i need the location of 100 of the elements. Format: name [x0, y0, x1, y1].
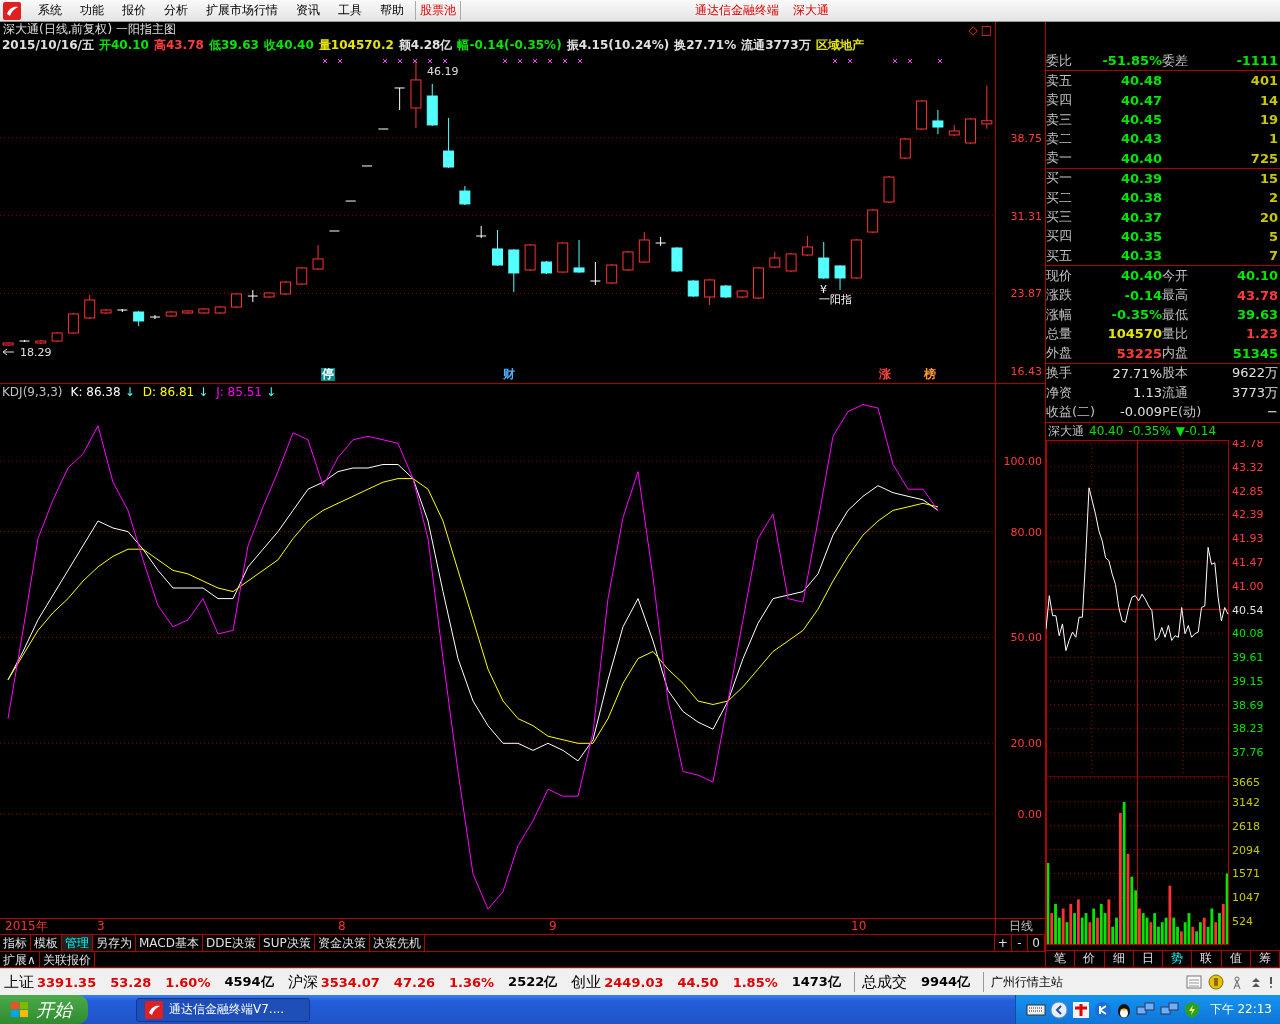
circle-icon[interactable]: [1093, 1000, 1112, 1019]
panel-tab[interactable]: 筹: [1250, 950, 1280, 967]
menu-item[interactable]: 分析: [155, 2, 197, 19]
menu-item[interactable]: 工具: [329, 2, 371, 19]
panel-tab[interactable]: 值: [1221, 950, 1251, 967]
zoom-button[interactable]: +: [995, 935, 1012, 951]
quote-info: 幅-0.14(-0.35%): [457, 36, 562, 54]
chart-window-button[interactable]: □: [980, 22, 992, 37]
candlestick: [769, 251, 781, 269]
panel-tab[interactable]: 势: [1163, 950, 1193, 967]
menu-item[interactable]: 功能: [71, 2, 113, 19]
panel-tab[interactable]: 联: [1192, 950, 1222, 967]
axis-tick-label: 20.00: [1010, 737, 1042, 751]
candlestick: [638, 231, 650, 264]
candlestick: [296, 266, 308, 286]
panel-tab[interactable]: 日: [1133, 950, 1163, 967]
menu-item[interactable]: 系统: [29, 2, 71, 19]
chart-window-button[interactable]: ◇: [968, 22, 978, 37]
panel-tab[interactable]: 扩展∧: [0, 952, 40, 967]
indicator-tab[interactable]: 另存为: [93, 935, 136, 951]
axis-tick-label: 38.75: [1010, 132, 1042, 145]
zoom-button[interactable]: 0: [1028, 935, 1045, 951]
indicator-tab[interactable]: 决策先机: [369, 935, 425, 951]
candlestick: [834, 264, 846, 291]
quote-value: 3773万: [1230, 383, 1278, 402]
candlestick: [753, 266, 764, 300]
axis-tick-label: 41.93: [1232, 531, 1264, 545]
order-price: 40.37: [1119, 209, 1162, 225]
axis-tick-label: 39.15: [1232, 674, 1264, 688]
event-marker[interactable]: 停: [321, 368, 335, 381]
candlestick: [35, 339, 47, 345]
index-turnover: 2522亿: [508, 973, 558, 991]
candlestick: [328, 230, 340, 232]
indicator-tab[interactable]: 资金决策: [314, 935, 370, 951]
axis-tick-label: 40.08: [1232, 626, 1264, 640]
quote-value: 27.71%: [1111, 365, 1162, 381]
menu-item[interactable]: 扩展市场行情: [197, 2, 287, 19]
candlestick: [965, 117, 977, 145]
menu-item[interactable]: 帮助: [371, 2, 413, 19]
zoom-button[interactable]: -: [1011, 935, 1029, 951]
quote-value: 39.63: [1235, 307, 1278, 322]
indicator-tab[interactable]: 指标: [0, 935, 31, 951]
indicator-tab[interactable]: 管理: [62, 935, 93, 951]
quote-info: 换27.71%: [674, 36, 737, 54]
candlestick: [345, 200, 357, 202]
axis-tick-label: 42.85: [1232, 484, 1264, 498]
coin-icon[interactable]: [1208, 974, 1224, 990]
shield-icon[interactable]: [1183, 1000, 1200, 1019]
candlestick: [589, 261, 601, 286]
candlestick: [116, 308, 128, 313]
quote-label: PE(动): [1162, 403, 1202, 421]
taskbar-app-button[interactable]: 通达信金融终端V7....: [136, 997, 310, 1022]
event-marker[interactable]: 财: [502, 368, 516, 381]
quote-info: 收40.40: [263, 36, 314, 54]
period-label: 日线: [1007, 919, 1034, 934]
quote-value: 1.23: [1244, 326, 1278, 342]
panel-tab[interactable]: 价: [1075, 950, 1105, 967]
candlestick: [785, 252, 797, 273]
panel-tab[interactable]: 关联报价: [39, 952, 95, 967]
axis-tick-label: 1047: [1232, 890, 1260, 904]
quote-info: 开40.10: [98, 36, 149, 54]
windows-flag-icon: [10, 1000, 30, 1019]
index-value: 3534.07: [320, 974, 380, 990]
intraday-change: ▼-0.14: [1175, 424, 1217, 439]
candlestick: [508, 248, 520, 293]
quote-label: 涨跌: [1046, 286, 1073, 305]
event-marker[interactable]: 榜: [923, 368, 937, 381]
low-price-label: 18.29: [20, 346, 52, 359]
indicator-tab[interactable]: SUP决策: [260, 935, 315, 951]
date-label: 10: [851, 919, 867, 934]
quote-value: -0.14: [1123, 287, 1162, 303]
menu-item[interactable]: 资讯: [287, 2, 329, 19]
double-up-arrow-icon[interactable]: [1250, 975, 1262, 989]
order-price: 40.40: [1119, 150, 1162, 166]
event-marker[interactable]: 涨: [878, 368, 892, 381]
keyboard-icon[interactable]: [1025, 1002, 1046, 1017]
order-level-label: 卖三: [1046, 110, 1073, 129]
indicator-tab[interactable]: MACD基本: [136, 935, 203, 951]
axis-tick-label: 40.54: [1232, 603, 1264, 617]
pin-icon[interactable]: [1268, 975, 1274, 989]
stock-pool-button[interactable]: 股票池: [415, 1, 461, 20]
quote-label: 最高: [1162, 286, 1189, 305]
axis-tick-label: 1571: [1232, 867, 1260, 881]
quote-label: 最低: [1162, 305, 1189, 324]
quote-label: 今开: [1162, 266, 1189, 285]
axis-tick-label: 2094: [1232, 843, 1260, 857]
index-percent: 1.60%: [165, 974, 211, 990]
cross-icon[interactable]: [1071, 1000, 1090, 1019]
high-price-label: 46.19: [427, 65, 459, 78]
start-button[interactable]: 开始: [0, 995, 88, 1024]
candlestick: [263, 291, 275, 299]
candlestick: [377, 128, 389, 130]
candlestick: [916, 99, 928, 131]
menu-item[interactable]: 报价: [113, 2, 155, 19]
quote-info: 2015/10/16/五: [2, 36, 94, 54]
candlestick: [981, 84, 993, 130]
quote-value: 53225: [1115, 345, 1162, 361]
panel-tab[interactable]: 细: [1104, 950, 1134, 967]
indicator-tab[interactable]: DDE决策: [203, 935, 261, 951]
panel-tab[interactable]: 笔: [1046, 950, 1076, 967]
